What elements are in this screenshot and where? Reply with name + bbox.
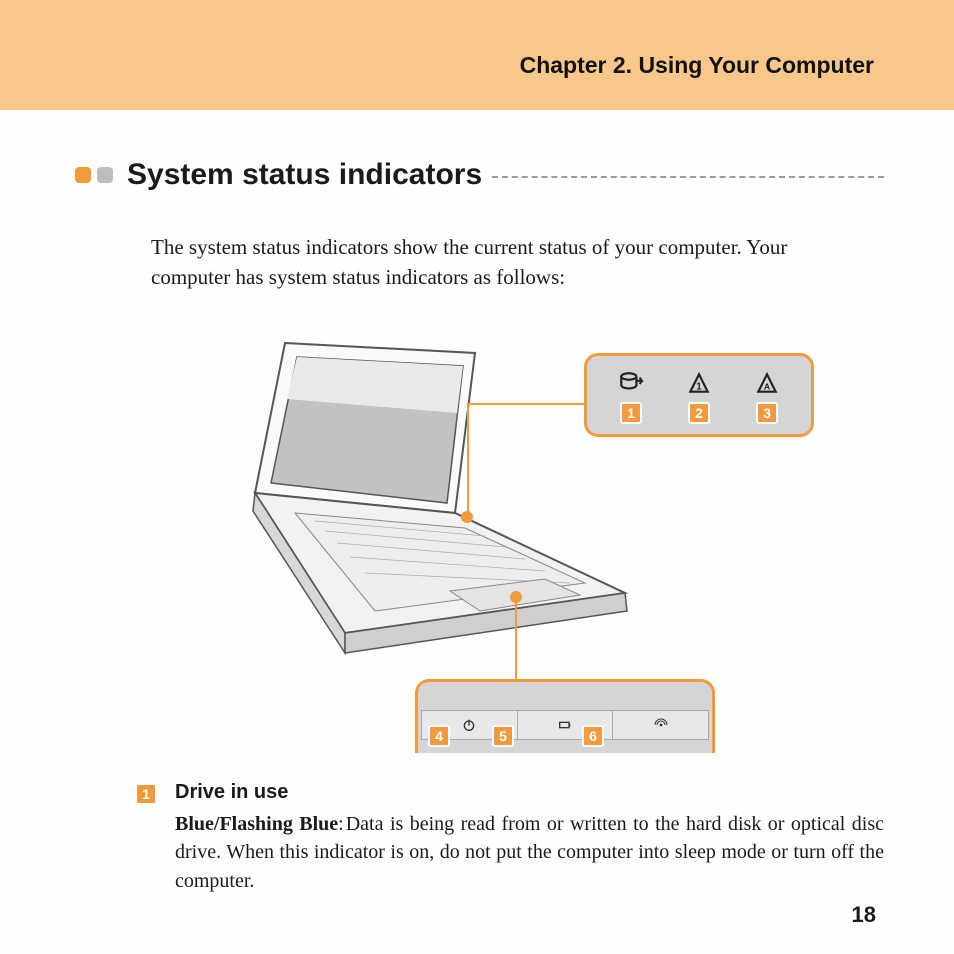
callout-number: 2 [688,402,710,424]
callout-numbers: 4 5 6 [428,725,604,747]
svg-text:A: A [764,381,771,391]
callout-number: 5 [492,725,514,747]
laptop-diagram: 1 1 2 A 3 4 5 6 [115,323,884,753]
entry-status: Blue/Flashing Blue [175,813,338,835]
leader-line [467,403,469,515]
wireless-icon [653,717,669,733]
leader-line [515,597,517,681]
indicator-entry: 1 Drive in use Blue/Flashing Blue:Data i… [135,781,884,895]
section-title: System status indicators [127,158,482,192]
indicator-item: 1 [618,370,644,424]
section-heading: System status indicators [75,158,884,192]
entry-description: Blue/Flashing Blue:Data is being read fr… [175,810,884,895]
entry-title: Drive in use [175,781,884,804]
callout-number: 1 [620,402,642,424]
indicator-item: 1 2 [686,370,712,424]
numlock-icon: 1 [686,370,712,396]
callout-number: 3 [756,402,778,424]
svg-text:1: 1 [696,381,702,392]
heading-rule [492,176,884,178]
entry-body: Drive in use Blue/Flashing Blue:Data is … [175,781,884,895]
callout-number: 6 [582,725,604,747]
bullet-icon [75,167,91,183]
callout-number: 4 [428,725,450,747]
page-number: 18 [852,902,876,928]
indicator-item: A 3 [754,370,780,424]
chapter-header: Chapter 2. Using Your Computer [0,0,954,110]
entry-number: 1 [135,783,157,805]
hdd-icon [618,370,644,396]
chapter-title: Chapter 2. Using Your Computer [520,52,874,78]
bullet-icon [97,167,113,183]
callout-top: 1 1 2 A 3 [584,353,814,437]
page-content: System status indicators The system stat… [0,110,954,895]
section-intro: The system status indicators show the cu… [151,232,864,293]
callout-bottom: 4 5 6 [415,679,715,753]
laptop-illustration [225,333,645,673]
heading-bullets [75,167,113,183]
capslock-icon: A [754,370,780,396]
